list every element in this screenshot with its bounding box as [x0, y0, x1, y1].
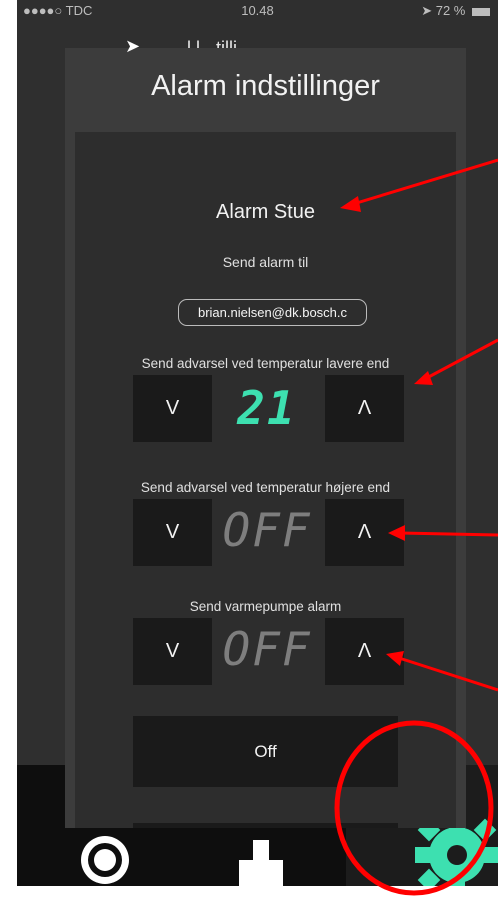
annotation-arrow: [422, 338, 498, 382]
annotation-arrowhead: [414, 371, 433, 385]
annotation-layer: [334, 158, 498, 896]
annotation-circle: [334, 720, 494, 896]
annotation-arrowhead: [388, 525, 405, 541]
annotation-arrowhead: [386, 651, 404, 666]
annotation-arrow: [399, 531, 498, 537]
annotation-arrow: [395, 655, 498, 692]
annotation-arrowhead: [340, 196, 361, 212]
annotation-arrow: [349, 158, 498, 207]
